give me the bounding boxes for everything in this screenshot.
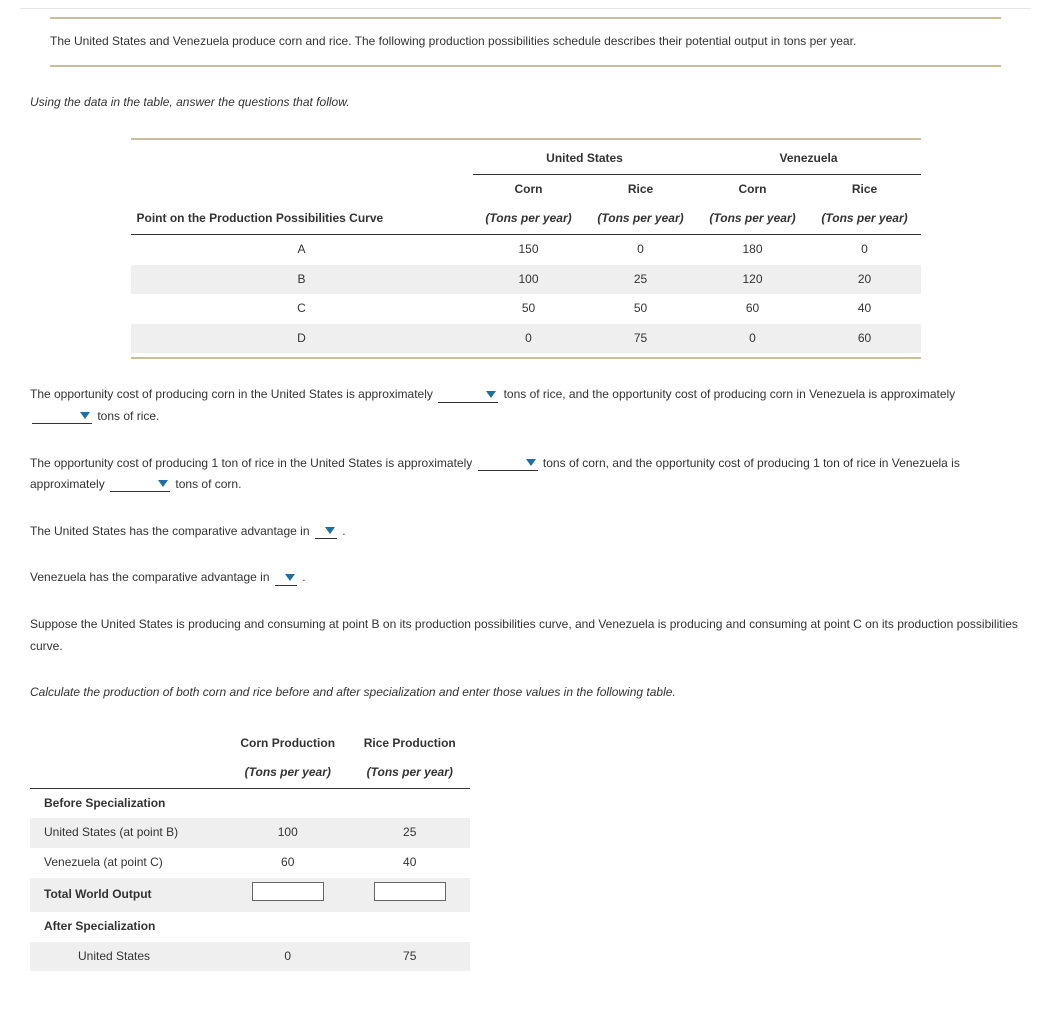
spec-usb-rice: 25: [349, 818, 470, 848]
question-2: The opportunity cost of producing 1 ton …: [30, 453, 1021, 496]
top-divider: [20, 8, 1031, 9]
intro-top-rule: [50, 17, 1001, 19]
spec-unit-1: (Tons per year): [226, 758, 349, 788]
dropdown-q2-vz[interactable]: [110, 477, 170, 492]
ppc-good-corn-vz: Corn: [697, 174, 809, 204]
chevron-down-icon: [486, 389, 496, 399]
ppc-row-d: D 0 75 0 60: [131, 324, 921, 354]
spec-vzc-label: Venezuela (at point C): [30, 848, 226, 878]
ppc-country-vz: Venezuela: [697, 144, 921, 174]
ppc-point-header: Point on the Production Possibilities Cu…: [131, 204, 473, 234]
ppc-good-corn-us: Corn: [473, 174, 585, 204]
ppc-unit-1: (Tons per year): [473, 204, 585, 234]
spec-usb-corn: 100: [226, 818, 349, 848]
question-4: Venezuela has the comparative advantage …: [30, 567, 1021, 589]
instruction-1: Using the data in the table, answer the …: [30, 92, 1021, 114]
spec-us-after-rice: 75: [349, 942, 470, 972]
ppc-row-c: C 50 50 60 40: [131, 294, 921, 324]
chevron-down-icon: [325, 525, 335, 535]
dropdown-q3[interactable]: [315, 524, 337, 539]
question-1: The opportunity cost of producing corn i…: [30, 384, 1021, 427]
spec-us-after-label: United States: [30, 942, 226, 972]
dropdown-q4[interactable]: [275, 571, 297, 586]
ppc-good-rice-vz: Rice: [809, 174, 921, 204]
ppc-good-rice-us: Rice: [585, 174, 697, 204]
scenario-text: Suppose the United States is producing a…: [30, 614, 1021, 657]
ppc-country-us: United States: [473, 144, 697, 174]
ppc-unit-2: (Tons per year): [585, 204, 697, 234]
ppc-top-rule: [131, 138, 921, 140]
chevron-down-icon: [285, 572, 295, 582]
ppc-row-a: A 150 0 180 0: [131, 234, 921, 264]
spec-us-after-corn: 0: [226, 942, 349, 972]
chevron-down-icon: [526, 457, 536, 467]
ppc-table: United States Venezuela Corn Rice Corn R…: [131, 144, 921, 353]
instruction-2: Calculate the production of both corn an…: [30, 682, 1021, 704]
spec-col-corn: Corn Production: [226, 729, 349, 759]
spec-total-label: Total World Output: [30, 878, 226, 913]
ppc-row-b: B 100 25 120 20: [131, 265, 921, 295]
input-total-corn[interactable]: [252, 882, 324, 901]
specialization-table: Corn Production Rice Production (Tons pe…: [30, 729, 470, 972]
spec-usb-label: United States (at point B): [30, 818, 226, 848]
ppc-bottom-rule: [131, 357, 921, 359]
spec-col-rice: Rice Production: [349, 729, 470, 759]
dropdown-q1-vz[interactable]: [32, 409, 92, 424]
dropdown-q1-us[interactable]: [438, 388, 498, 403]
ppc-unit-4: (Tons per year): [809, 204, 921, 234]
ppc-unit-3: (Tons per year): [697, 204, 809, 234]
intro-text: The United States and Venezuela produce …: [50, 31, 1001, 53]
chevron-down-icon: [80, 410, 90, 420]
spec-unit-2: (Tons per year): [349, 758, 470, 788]
question-3: The United States has the comparative ad…: [30, 521, 1021, 543]
spec-vzc-corn: 60: [226, 848, 349, 878]
spec-vzc-rice: 40: [349, 848, 470, 878]
spec-before-header: Before Specialization: [30, 788, 226, 818]
dropdown-q2-us[interactable]: [478, 456, 538, 471]
spec-after-header: After Specialization: [30, 912, 226, 942]
input-total-rice[interactable]: [374, 882, 446, 901]
chevron-down-icon: [158, 478, 168, 488]
intro-bottom-rule: [50, 65, 1001, 67]
